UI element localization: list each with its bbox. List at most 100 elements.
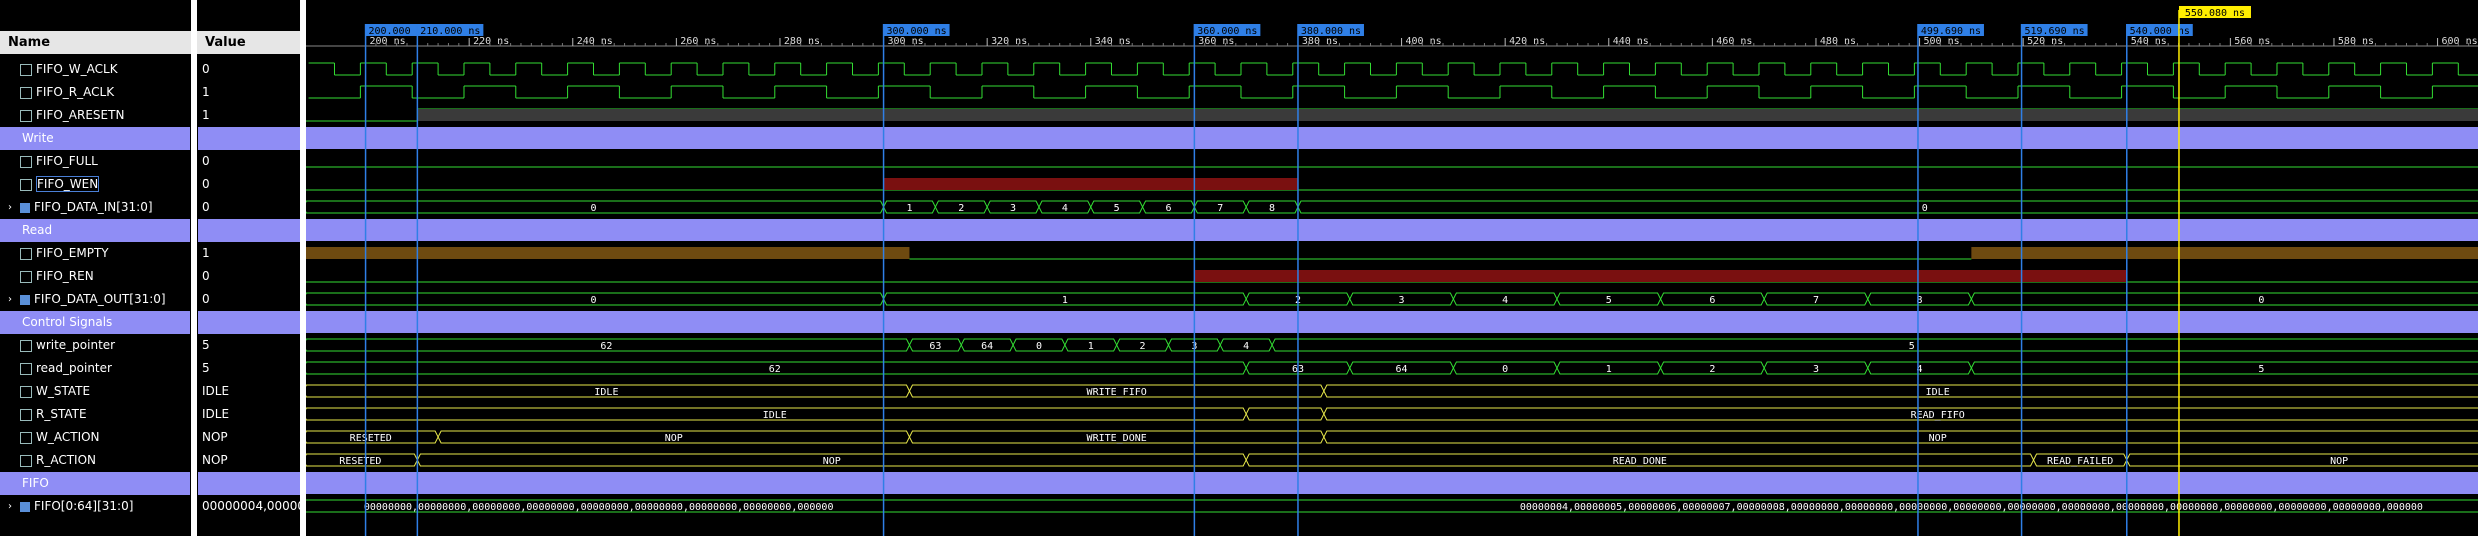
tick-label: 220 ns xyxy=(473,36,509,47)
marker-label: 300.000 ns xyxy=(886,26,946,37)
expand-icon[interactable]: › xyxy=(8,288,12,311)
wire-signal-icon xyxy=(20,362,32,375)
bus-value: 8 xyxy=(1269,203,1275,214)
signal-name-cell[interactable]: R_STATE xyxy=(0,403,190,426)
bus-value: 3 xyxy=(1813,364,1819,375)
name-column-header[interactable]: Name xyxy=(0,31,191,54)
signal-name-cell[interactable]: Write xyxy=(0,127,190,150)
group-row[interactable]: Write xyxy=(0,127,300,150)
signal-name-cell[interactable]: › FIFO[0:64][31:0] xyxy=(0,495,190,518)
signal-name-cell[interactable]: FIFO_ARESETN xyxy=(0,104,190,127)
bus-value: 64 xyxy=(1396,364,1408,375)
bus-value: 0 xyxy=(2258,295,2264,306)
bus-value: 2 xyxy=(1709,364,1715,375)
bus-value: 4 xyxy=(1502,295,1508,306)
signal-row[interactable]: read_pointer 5 xyxy=(0,357,300,380)
tick-label: 580 ns xyxy=(2338,36,2374,47)
group-row[interactable]: Control Signals xyxy=(0,311,300,334)
bus-value: 1 xyxy=(1088,341,1094,352)
signal-row[interactable]: FIFO_EMPTY 1 xyxy=(0,242,300,265)
marker-label: 380.000 ns xyxy=(1301,26,1361,37)
signal-name-cell[interactable]: write_pointer xyxy=(0,334,190,357)
signal-name-cell[interactable]: › FIFO_DATA_OUT[31:0] xyxy=(0,288,190,311)
signal-name-cell[interactable]: read_pointer xyxy=(0,357,190,380)
signal-name-cell[interactable]: FIFO_REN xyxy=(0,265,190,288)
signal-row[interactable]: R_ACTION NOP xyxy=(0,449,300,472)
signal-row[interactable]: write_pointer 5 xyxy=(0,334,300,357)
signal-row[interactable]: R_STATE IDLE xyxy=(0,403,300,426)
signal-name-cell[interactable]: Read xyxy=(0,219,190,242)
signal-name-cell[interactable]: FIFO_EMPTY xyxy=(0,242,190,265)
signal-value-cell xyxy=(198,127,300,150)
signal-row[interactable]: W_STATE IDLE xyxy=(0,380,300,403)
bus-value: 7 xyxy=(1217,203,1223,214)
bus-value: 4 xyxy=(1062,203,1068,214)
group-band xyxy=(306,219,2478,241)
signal-row[interactable]: FIFO_R_ACLK 1 xyxy=(0,81,300,104)
bus-value: NOP xyxy=(2330,456,2348,467)
signal-row[interactable]: › FIFO_DATA_IN[31:0] 0 xyxy=(0,196,300,219)
wire-signal-icon xyxy=(20,247,32,260)
expand-icon[interactable]: › xyxy=(8,196,12,219)
column-divider[interactable] xyxy=(191,0,197,536)
bus-value: 0 xyxy=(590,295,596,306)
signal-row[interactable]: › FIFO_DATA_OUT[31:0] 0 xyxy=(0,288,300,311)
signal-value-cell: IDLE xyxy=(202,407,230,421)
signal-name-cell[interactable]: W_STATE xyxy=(0,380,190,403)
bus-segment xyxy=(1323,407,2478,421)
signal-name-cell[interactable]: FIFO_FULL xyxy=(0,150,190,173)
signal-row[interactable]: › FIFO[0:64][31:0] 00000004,000000 xyxy=(0,495,300,518)
signal-name-cell[interactable]: FIFO_WEN xyxy=(0,173,190,196)
signal-name-cell[interactable]: W_ACTION xyxy=(0,426,190,449)
signal-value-cell xyxy=(198,311,300,334)
signal-name-cell[interactable]: Control Signals xyxy=(0,311,190,334)
clock-wave xyxy=(308,62,2478,76)
signal-name-cell[interactable]: › FIFO_DATA_IN[31:0] xyxy=(0,196,190,219)
group-row[interactable]: Read xyxy=(0,219,300,242)
signal-row[interactable]: FIFO_W_ACLK 0 xyxy=(0,58,300,81)
signal-row[interactable]: FIFO_REN 0 xyxy=(0,265,300,288)
value-column-header[interactable]: Value xyxy=(197,31,300,54)
marker-label: 540.000 ns xyxy=(2130,26,2190,37)
signal-name-label: FIFO_DATA_OUT[31:0] xyxy=(34,292,166,306)
signal-name-cell[interactable]: FIFO_R_ACLK xyxy=(0,81,190,104)
bus-value: 0 xyxy=(1922,203,1928,214)
signal-value-cell: 5 xyxy=(202,361,210,375)
bus-value: 62 xyxy=(769,364,781,375)
tick-label: 420 ns xyxy=(1509,36,1545,47)
signal-row[interactable]: FIFO_WEN 0 xyxy=(0,173,300,196)
tick-label: 440 ns xyxy=(1613,36,1649,47)
signal-row[interactable]: FIFO_ARESETN 1 xyxy=(0,104,300,127)
marker-label: 210.000 ns xyxy=(420,26,480,37)
bus-value: 2 xyxy=(958,203,964,214)
signal-name-cell[interactable]: FIFO xyxy=(0,472,190,495)
signal-row[interactable]: FIFO_FULL 0 xyxy=(0,150,300,173)
bus-value: 3 xyxy=(1399,295,1405,306)
reset-fill xyxy=(417,109,2478,121)
signal-name-cell[interactable]: R_ACTION xyxy=(0,449,190,472)
group-row[interactable]: FIFO xyxy=(0,472,300,495)
signal-value-cell: 0 xyxy=(202,292,210,306)
bus-value: IDLE xyxy=(1926,387,1950,398)
bus-signal-icon xyxy=(20,501,30,512)
marker-label: 519.690 ns xyxy=(2024,26,2084,37)
signal-name-label: Write xyxy=(22,131,54,145)
bus-segment xyxy=(1297,200,2478,214)
signal-name-cell[interactable]: FIFO_W_ACLK xyxy=(0,58,190,81)
signal-name-label: FIFO_REN xyxy=(36,269,94,283)
bus-segment xyxy=(1245,407,1325,421)
bus-segment xyxy=(1970,292,2478,306)
bus-value: NOP xyxy=(1929,433,1947,444)
signal-panel: Name Value FIFO_W_ACLK 0 FIFO_R_ACLK 1 FIFO_… xyxy=(0,0,300,536)
bus-value: 6 xyxy=(1709,295,1715,306)
signal-row[interactable]: W_ACTION NOP xyxy=(0,426,300,449)
signal-name-label: R_STATE xyxy=(36,407,87,421)
bus-value: READ_FIFO xyxy=(1911,410,1965,421)
clock-wave xyxy=(308,85,2478,99)
signal-value-cell: 0 xyxy=(202,200,210,214)
fifo-value: 00000000,00000000,00000000,00000000,0000… xyxy=(364,502,834,513)
waveform-canvas[interactable]: 200 ns 220 ns 240 ns 260 ns 280 ns 300 ns 320 … xyxy=(306,0,2478,536)
expand-icon[interactable]: › xyxy=(8,495,12,518)
wire-signal-icon xyxy=(20,408,32,421)
empty-high xyxy=(306,247,910,259)
